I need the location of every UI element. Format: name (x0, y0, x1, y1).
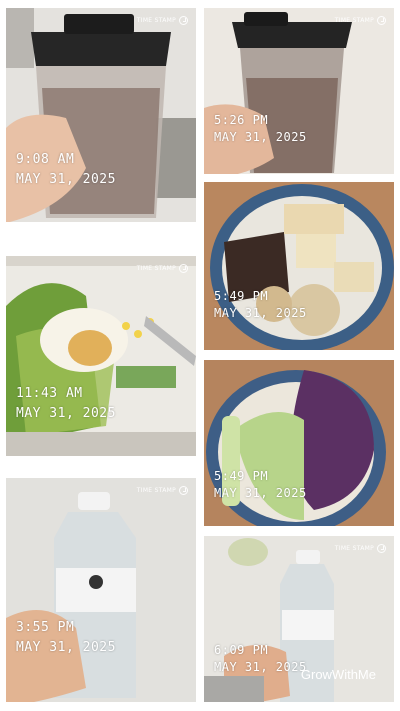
photo-timestamp: 9:08 AM MAY 31, 2025 (16, 150, 116, 190)
photo-date: MAY 31, 2025 (16, 172, 116, 187)
photo-time: 9:08 AM (16, 152, 75, 167)
photo-water-evening: TIME STAMP 6:09 PM MAY 31, 2025 GrowWith… (204, 534, 394, 704)
photo-time: 6:09 PM (214, 643, 269, 657)
photo-date: MAY 31, 2025 (214, 486, 307, 500)
time-stamp-badge: TIME STAMP (137, 16, 188, 25)
time-stamp-icon (179, 16, 188, 25)
photo-timestamp: 3:55 PM MAY 31, 2025 (16, 618, 116, 658)
photo-tofu-plate: 5:49 PM MAY 31, 2025 (204, 180, 394, 352)
salad-illustration (6, 256, 196, 456)
smoothie-cup-illustration (6, 8, 196, 222)
photo-smoothie-evening: TIME STAMP 5:26 PM MAY 31, 2025 (204, 6, 394, 176)
photo-date: MAY 31, 2025 (214, 306, 307, 320)
time-stamp-icon (377, 544, 386, 553)
time-stamp-badge: TIME STAMP (137, 486, 188, 495)
time-stamp-icon (179, 264, 188, 273)
photo-time: 11:43 AM (16, 386, 83, 401)
plate-illustration (204, 182, 394, 350)
time-stamp-badge: TIME STAMP (137, 264, 188, 273)
photo-date: MAY 31, 2025 (16, 406, 116, 421)
photo-date: MAY 31, 2025 (214, 660, 307, 674)
photo-time: 5:49 PM (214, 469, 269, 483)
photo-time: 3:55 PM (16, 620, 75, 635)
photo-water-afternoon: TIME STAMP 3:55 PM MAY 31, 2025 (6, 476, 196, 704)
time-stamp-badge: TIME STAMP (335, 544, 386, 553)
time-stamp-icon (377, 16, 386, 25)
photo-smoothie-morning: TIME STAMP 9:08 AM MAY 31, 2025 (6, 6, 196, 224)
plate-illustration (204, 360, 394, 526)
watermark: GrowWithMe (300, 667, 376, 682)
photo-time: 5:49 PM (214, 289, 269, 303)
photo-cabbage-plate: 5:49 PM MAY 31, 2025 (204, 358, 394, 528)
photo-timestamp: 5:26 PM MAY 31, 2025 (214, 112, 307, 146)
photo-date: MAY 31, 2025 (16, 640, 116, 655)
time-stamp-badge: TIME STAMP (335, 16, 386, 25)
photo-timestamp: 6:09 PM MAY 31, 2025 (214, 642, 307, 676)
water-bottle-illustration (6, 478, 196, 702)
photo-salad: TIME STAMP 11:43 AM MAY 31, 2025 (6, 254, 196, 458)
photo-timestamp: 11:43 AM MAY 31, 2025 (16, 384, 116, 424)
smoothie-cup-illustration (204, 8, 394, 174)
photo-date: MAY 31, 2025 (214, 130, 307, 144)
time-stamp-icon (179, 486, 188, 495)
photo-timestamp: 5:49 PM MAY 31, 2025 (214, 288, 307, 322)
photo-timestamp: 5:49 PM MAY 31, 2025 (214, 468, 307, 502)
photo-time: 5:26 PM (214, 113, 269, 127)
